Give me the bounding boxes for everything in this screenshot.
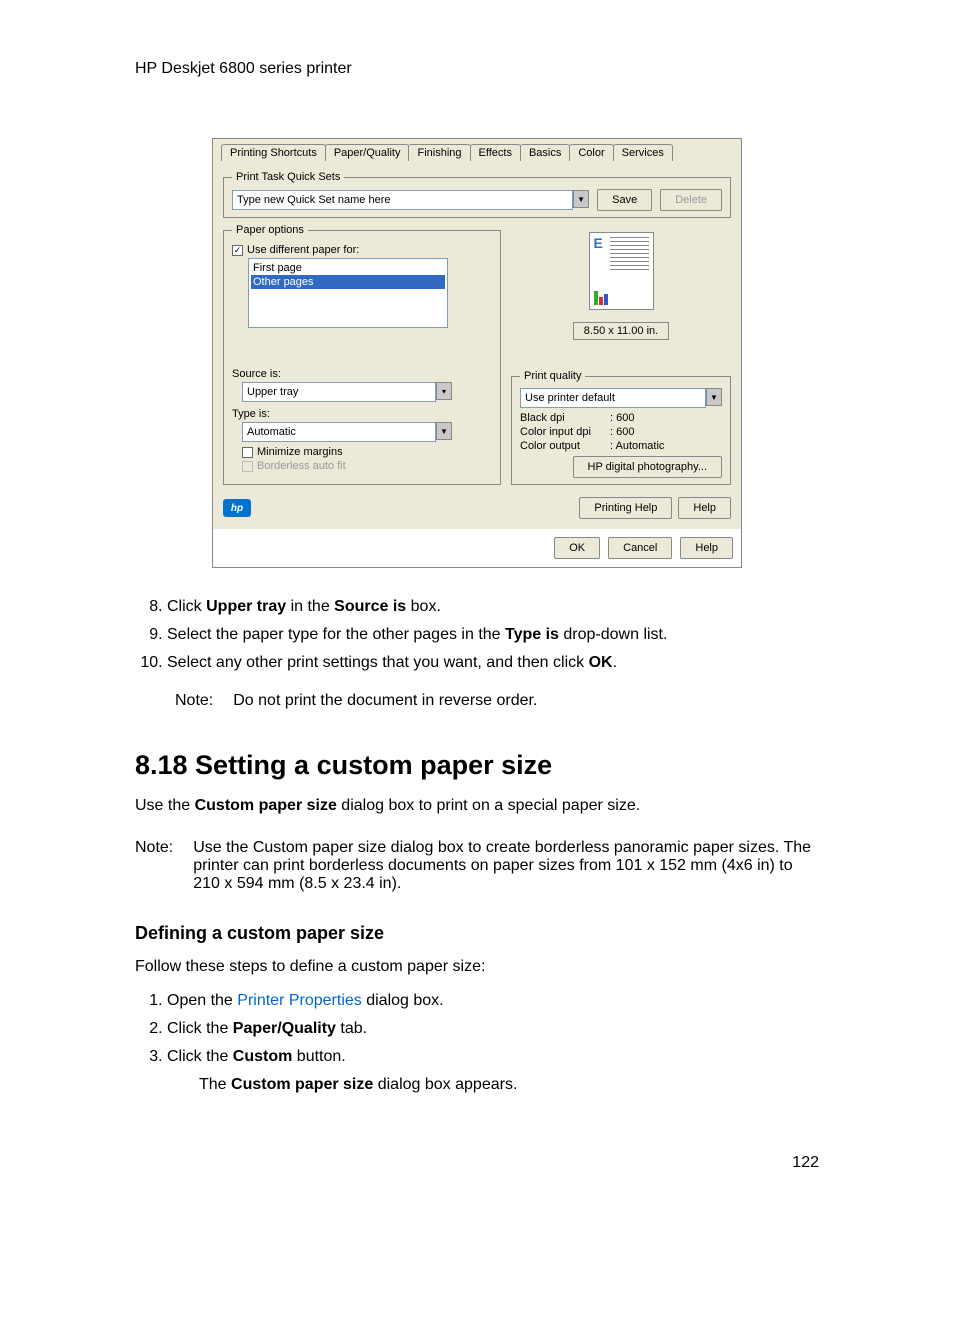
note-2: Note: Use the Custom paper size dialog b… bbox=[135, 839, 819, 893]
step-9: Select the paper type for the other page… bbox=[167, 626, 819, 644]
cancel-button[interactable]: Cancel bbox=[608, 537, 672, 559]
subsection-title: Defining a custom paper size bbox=[135, 923, 819, 944]
page-number: 122 bbox=[135, 1154, 819, 1172]
color-input-dpi-value: : 600 bbox=[610, 426, 634, 438]
minimize-margins-checkbox[interactable] bbox=[242, 447, 253, 458]
minimize-margins-label: Minimize margins bbox=[257, 446, 343, 458]
ok-button[interactable]: OK bbox=[554, 537, 600, 559]
tab-printing-shortcuts[interactable]: Printing Shortcuts bbox=[221, 144, 326, 161]
source-label: Source is: bbox=[232, 368, 492, 380]
paper-size-badge: 8.50 x 11.00 in. bbox=[573, 322, 669, 340]
type-label: Type is: bbox=[232, 408, 492, 420]
preview-e-icon: E bbox=[594, 235, 603, 251]
page-list[interactable]: First page Other pages bbox=[248, 258, 448, 328]
tab-color[interactable]: Color bbox=[569, 144, 613, 161]
dropdown-arrow-icon[interactable]: ▼ bbox=[573, 190, 589, 208]
steps-list-1: Click Upper tray in the Source is box. S… bbox=[135, 598, 819, 672]
paper-options-legend: Paper options bbox=[232, 224, 308, 236]
use-different-checkbox[interactable] bbox=[232, 245, 243, 256]
step-1: Open the Printer Properties dialog box. bbox=[167, 992, 819, 1010]
other-pages-item[interactable]: Other pages bbox=[251, 275, 445, 289]
quickset-name-input[interactable] bbox=[232, 190, 573, 210]
note-1: Note: Do not print the document in rever… bbox=[175, 692, 819, 710]
help-button-2[interactable]: Help bbox=[680, 537, 733, 559]
printer-properties-link[interactable]: Printer Properties bbox=[237, 992, 362, 1009]
use-different-label: Use different paper for: bbox=[247, 244, 359, 256]
print-quality-select[interactable] bbox=[520, 388, 706, 408]
dropdown-arrow-icon[interactable]: ▼ bbox=[436, 422, 452, 440]
type-select[interactable] bbox=[242, 422, 436, 442]
hp-logo-icon: hp bbox=[223, 499, 251, 517]
tab-strip: Printing Shortcuts Paper/Quality Finishi… bbox=[213, 139, 741, 161]
save-button[interactable]: Save bbox=[597, 189, 652, 211]
subsection-intro: Follow these steps to define a custom pa… bbox=[135, 958, 819, 976]
paper-options-fieldset: Paper options Use different paper for: F… bbox=[223, 224, 501, 485]
step-10: Select any other print settings that you… bbox=[167, 654, 819, 672]
step-8: Click Upper tray in the Source is box. bbox=[167, 598, 819, 616]
color-output-value: : Automatic bbox=[610, 440, 664, 452]
printing-help-button[interactable]: Printing Help bbox=[579, 497, 672, 519]
color-output-label: Color output bbox=[520, 440, 610, 452]
quickset-legend: Print Task Quick Sets bbox=[232, 171, 344, 183]
page-header: HP Deskjet 6800 series printer bbox=[135, 60, 819, 78]
borderless-checkbox bbox=[242, 461, 253, 472]
print-quality-legend: Print quality bbox=[520, 370, 585, 382]
tab-paper-quality[interactable]: Paper/Quality bbox=[325, 144, 410, 161]
dropdown-arrow-icon[interactable]: ▼ bbox=[706, 388, 722, 406]
tab-effects[interactable]: Effects bbox=[470, 144, 521, 161]
step-3: Click the Custom button. The Custom pape… bbox=[167, 1048, 819, 1094]
dialog-screenshot: Printing Shortcuts Paper/Quality Finishi… bbox=[212, 138, 742, 568]
print-quality-fieldset: Print quality ▼ Black dpi: 600 Color inp… bbox=[511, 370, 731, 485]
quickset-fieldset: Print Task Quick Sets ▼ Save Delete bbox=[223, 171, 731, 218]
step-3-followup: The Custom paper size dialog box appears… bbox=[199, 1076, 819, 1094]
black-dpi-value: : 600 bbox=[610, 412, 634, 424]
borderless-label: Borderless auto fit bbox=[257, 460, 346, 472]
paper-preview: E bbox=[589, 232, 654, 310]
step-2: Click the Paper/Quality tab. bbox=[167, 1020, 819, 1038]
tab-services[interactable]: Services bbox=[613, 144, 673, 161]
section-intro: Use the Custom paper size dialog box to … bbox=[135, 797, 819, 815]
delete-button: Delete bbox=[660, 189, 722, 211]
source-select[interactable] bbox=[242, 382, 436, 402]
steps-list-2: Open the Printer Properties dialog box. … bbox=[135, 992, 819, 1094]
tab-basics[interactable]: Basics bbox=[520, 144, 570, 161]
section-title: 8.18 Setting a custom paper size bbox=[135, 750, 819, 781]
note-text: Do not print the document in reverse ord… bbox=[233, 692, 537, 710]
help-button[interactable]: Help bbox=[678, 497, 731, 519]
note-text: Use the Custom paper size dialog box to … bbox=[193, 839, 819, 893]
note-label: Note: bbox=[135, 839, 173, 893]
color-input-dpi-label: Color input dpi bbox=[520, 426, 610, 438]
hp-digital-button[interactable]: HP digital photography... bbox=[573, 456, 722, 478]
note-label: Note: bbox=[175, 692, 213, 710]
tab-finishing[interactable]: Finishing bbox=[408, 144, 470, 161]
dropdown-arrow-icon[interactable]: ▾ bbox=[436, 382, 452, 400]
first-page-item[interactable]: First page bbox=[251, 261, 445, 275]
black-dpi-label: Black dpi bbox=[520, 412, 610, 424]
